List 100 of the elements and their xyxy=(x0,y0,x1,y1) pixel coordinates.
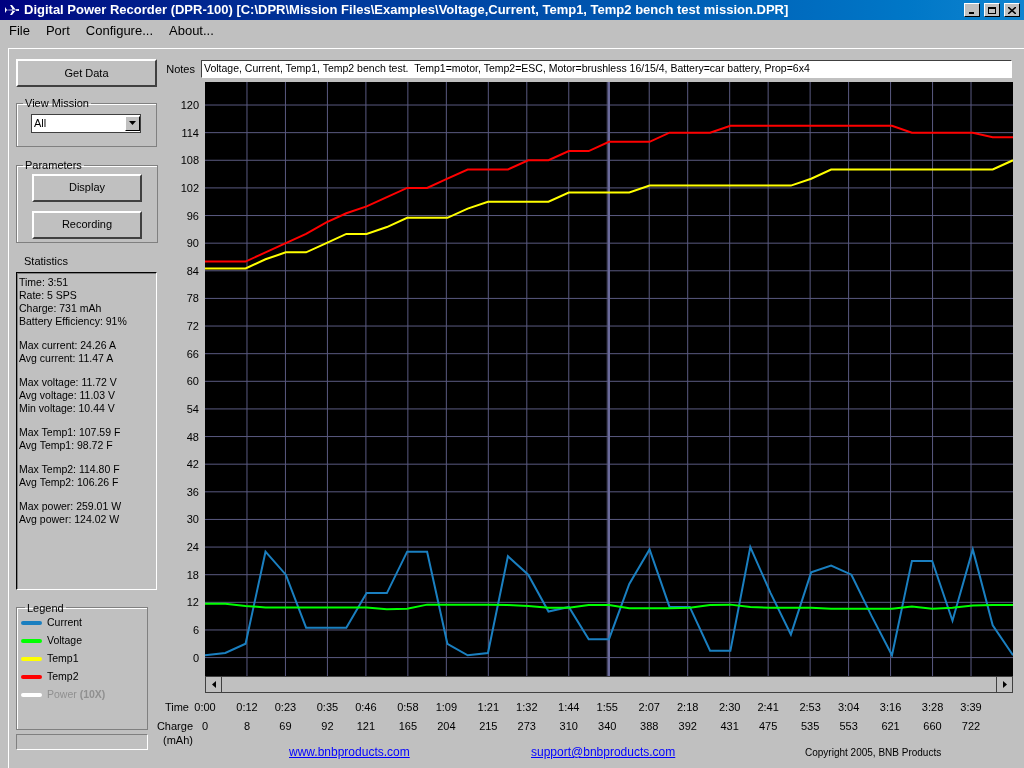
time-tick-label: 0:46 xyxy=(355,700,377,715)
y-tick-label: 18 xyxy=(186,568,199,581)
y-tick-label: 96 xyxy=(186,209,199,222)
y-tick-label: 54 xyxy=(186,402,199,415)
airplane-icon xyxy=(4,3,20,17)
y-tick-label: 66 xyxy=(186,347,199,360)
time-tick-label: 2:18 xyxy=(677,700,699,715)
statistic-text: Min voltage: 10.44 V xyxy=(19,401,116,415)
charge-value: 660 xyxy=(923,719,942,733)
charge-value: 204 xyxy=(437,719,456,733)
statistic-text: Max power: 259.01 W xyxy=(19,499,123,513)
mission-select[interactable]: All xyxy=(31,113,141,133)
time-tick-label: 0:23 xyxy=(274,700,297,715)
scroll-right-arrow-icon xyxy=(1002,681,1007,688)
charge-axis-label: Charge xyxy=(156,719,193,733)
time-tick-label: 2:07 xyxy=(638,700,660,715)
y-tick-label: 120 xyxy=(180,99,199,111)
time-tick-label: 1:55 xyxy=(596,700,618,715)
time-axis-label: Time xyxy=(163,700,189,715)
y-tick-label: 24 xyxy=(186,541,199,554)
window-title: Digital Power Recorder (DPR-100) [C:\DPR\Mission Files\Examples\Voltage,Current, Temp1, Temp2 bench test mission.DPR] xyxy=(24,1,790,20)
y-tick-label: 0 xyxy=(192,651,199,664)
y-tick-label: 108 xyxy=(180,154,199,167)
y-tick-label: 78 xyxy=(186,292,199,305)
charge-unit-label: (mAh) xyxy=(163,733,193,747)
statistic-text: Max current: 24.26 A xyxy=(19,338,117,352)
statistic-text: Avg power: 124.02 W xyxy=(19,512,121,526)
statistics-label: Statistics xyxy=(24,254,69,269)
charge-value: 273 xyxy=(517,719,536,733)
recording-button[interactable]: Recording xyxy=(32,210,142,239)
y-tick-label: 90 xyxy=(186,237,199,250)
y-tick-label: 42 xyxy=(186,458,199,471)
charge-value: 535 xyxy=(800,719,820,733)
legend-label: Current xyxy=(47,614,82,630)
charge-value: 121 xyxy=(356,719,376,733)
dropdown-arrow-icon xyxy=(129,121,136,125)
time-tick-label: 3:16 xyxy=(879,700,902,715)
time-tick-label: 1:44 xyxy=(558,700,580,715)
charge-value: 621 xyxy=(881,719,900,733)
get-data-button[interactable]: Get Data xyxy=(16,59,157,87)
statistic-text: Max Temp1: 107.59 F xyxy=(19,425,122,439)
menu-item[interactable]: About... xyxy=(168,21,215,41)
statistic-text: Avg voltage: 11.03 V xyxy=(19,388,116,402)
support-email-link[interactable]: support@bnbproducts.com xyxy=(531,743,805,761)
charge-value: 0 xyxy=(201,719,209,733)
menu-item[interactable]: File xyxy=(8,21,31,41)
y-tick-label: 72 xyxy=(186,320,199,333)
statistic-text: Charge: 731 mAh xyxy=(19,301,103,315)
close-icon xyxy=(1008,6,1016,14)
time-tick-label: 3:28 xyxy=(921,700,944,715)
time-tick-label: 2:30 xyxy=(718,700,741,715)
menu-item[interactable]: Configure... xyxy=(84,21,154,41)
horizontal-scrollbar[interactable] xyxy=(205,676,1013,693)
scroll-left-arrow-icon xyxy=(211,681,216,688)
statistic-text: Avg Temp2: 106.26 F xyxy=(19,475,120,489)
maximize-icon xyxy=(988,6,996,14)
charge-value: 215 xyxy=(479,719,498,733)
y-tick-label: 84 xyxy=(186,264,199,277)
y-tick-label: 30 xyxy=(186,513,199,526)
statistic-text: Avg current: 11.47 A xyxy=(19,351,115,365)
time-tick-label: 0:35 xyxy=(316,700,339,715)
menu-item[interactable]: Port xyxy=(44,21,71,41)
charge-value: 165 xyxy=(398,719,418,733)
legend-label: Temp2 xyxy=(47,668,79,684)
y-tick-label: 48 xyxy=(186,430,199,443)
group-label: Parameters xyxy=(24,158,83,173)
close-button[interactable] xyxy=(1004,3,1020,17)
charge-value: 310 xyxy=(559,719,578,733)
charge-value: 553 xyxy=(839,719,858,733)
minimize-button[interactable] xyxy=(964,3,980,17)
copyright-text: Copyright 2005, BNB Products xyxy=(805,745,942,760)
time-tick-label: 0:00 xyxy=(194,700,216,715)
charge-value: 388 xyxy=(640,719,659,733)
statistic-text: Time: 3:51 xyxy=(19,275,70,289)
time-tick-label: 1:21 xyxy=(477,700,499,715)
time-tick-label: 3:04 xyxy=(837,700,860,715)
charge-value: 431 xyxy=(720,719,739,733)
y-tick-label: 102 xyxy=(180,181,199,194)
group-label: View Mission xyxy=(24,96,90,111)
statistic-text: Battery Efficiency: 91% xyxy=(19,314,128,328)
time-tick-label: 1:09 xyxy=(435,700,458,715)
charge-value: 340 xyxy=(598,719,617,733)
time-tick-label: 1:32 xyxy=(516,700,538,715)
charge-value: 8 xyxy=(243,719,251,733)
display-button[interactable]: Display xyxy=(32,173,142,202)
notes-label: Notes xyxy=(165,61,195,77)
time-tick-label: 0:58 xyxy=(397,700,419,715)
website-link[interactable]: www.bnbproducts.com xyxy=(289,743,531,761)
y-tick-label: 60 xyxy=(186,375,199,388)
y-tick-label: 12 xyxy=(186,596,199,609)
group-label: Legend xyxy=(26,600,65,616)
time-tick-label: 0:12 xyxy=(236,700,258,715)
time-tick-label: 3:39 xyxy=(960,700,982,715)
charge-value: 92 xyxy=(321,719,334,733)
charge-value: 475 xyxy=(758,719,778,733)
statistic-text: Max Temp2: 114.80 F xyxy=(19,462,121,476)
notes-field[interactable]: Voltage, Current, Temp1, Temp2 bench test. Temp1=motor, Temp2=ESC, Motor=brushless 16/15/4, Battery=car battery, Prop=6x4 xyxy=(201,60,1012,78)
statistic-text: Rate: 5 SPS xyxy=(19,288,78,302)
maximize-button[interactable] xyxy=(984,3,1000,17)
y-tick-label: 6 xyxy=(192,623,199,636)
